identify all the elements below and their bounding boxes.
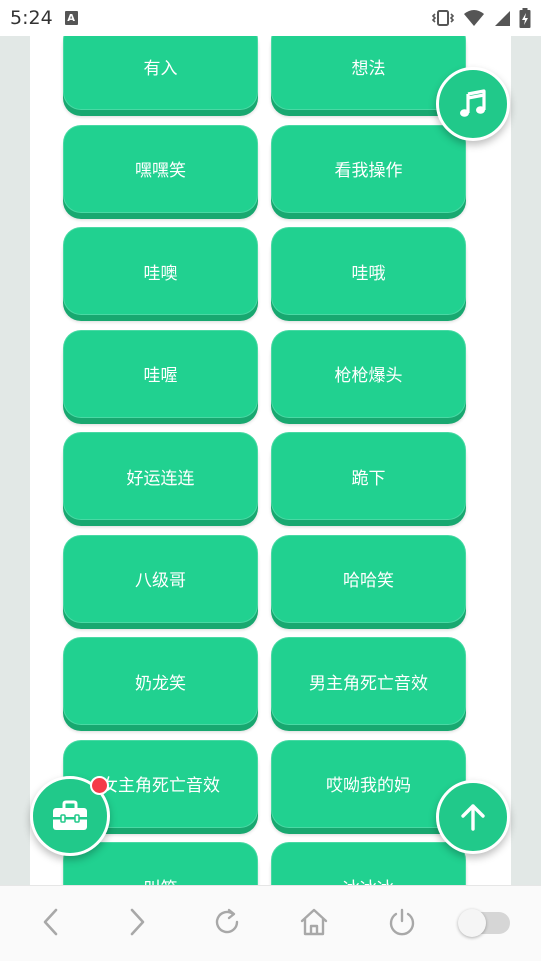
sound-button[interactable]: 冰冰冰 <box>271 842 466 885</box>
sound-button[interactable]: 奶龙笑 <box>63 637 258 725</box>
sound-button[interactable]: 男主角死亡音效 <box>271 637 466 725</box>
battery-charging-icon <box>519 8 531 28</box>
scroll-top-button[interactable] <box>436 780 510 854</box>
sound-button[interactable]: 好运连连 <box>63 432 258 520</box>
home-button[interactable] <box>294 902 334 942</box>
sound-button[interactable]: 哈哈笑 <box>271 534 466 623</box>
bottom-navigation <box>0 885 541 961</box>
refresh-button[interactable] <box>207 902 247 942</box>
a-letter-icon: A <box>64 11 78 25</box>
sound-button[interactable]: 跪下 <box>271 432 466 520</box>
sound-button[interactable]: 嘿嘿笑 <box>63 124 258 213</box>
sound-button[interactable]: 哇哦 <box>271 227 466 315</box>
arrow-up-icon <box>461 804 485 831</box>
toggle-knob <box>458 909 486 937</box>
sound-button[interactable]: 有入 <box>63 36 258 110</box>
vibrate-icon <box>431 10 455 26</box>
sound-button[interactable]: 枪枪爆头 <box>271 329 466 418</box>
status-bar: 5:24 A <box>0 0 541 36</box>
back-button[interactable] <box>31 902 71 942</box>
signal-icon <box>495 11 510 26</box>
refresh-icon <box>215 908 239 934</box>
notification-badge <box>90 776 109 795</box>
toggle-switch[interactable] <box>458 909 510 937</box>
music-note-icon <box>460 89 486 117</box>
sound-list-panel: 有入 想法 嘿嘿笑 看我操作 哇噢 哇哦 哇喔 枪枪爆头 好运连连 跪下 八级哥 哈哈笑 奶龙笑 男主角死… <box>30 36 511 885</box>
status-time: 5:24 <box>10 7 53 29</box>
forward-icon <box>130 908 145 936</box>
status-icons <box>431 8 531 28</box>
sound-button[interactable]: 哇喔 <box>63 329 258 418</box>
sound-button[interactable]: 看我操作 <box>271 124 466 213</box>
toolbox-icon <box>53 800 87 830</box>
wifi-icon <box>464 10 484 26</box>
sound-button[interactable]: 哇噢 <box>63 227 258 315</box>
power-button[interactable] <box>382 902 422 942</box>
back-icon <box>43 908 58 936</box>
forward-button[interactable] <box>117 902 157 942</box>
music-button[interactable] <box>436 67 510 141</box>
power-icon <box>389 908 415 936</box>
home-icon <box>300 908 328 936</box>
sound-button[interactable]: 八级哥 <box>63 534 258 623</box>
